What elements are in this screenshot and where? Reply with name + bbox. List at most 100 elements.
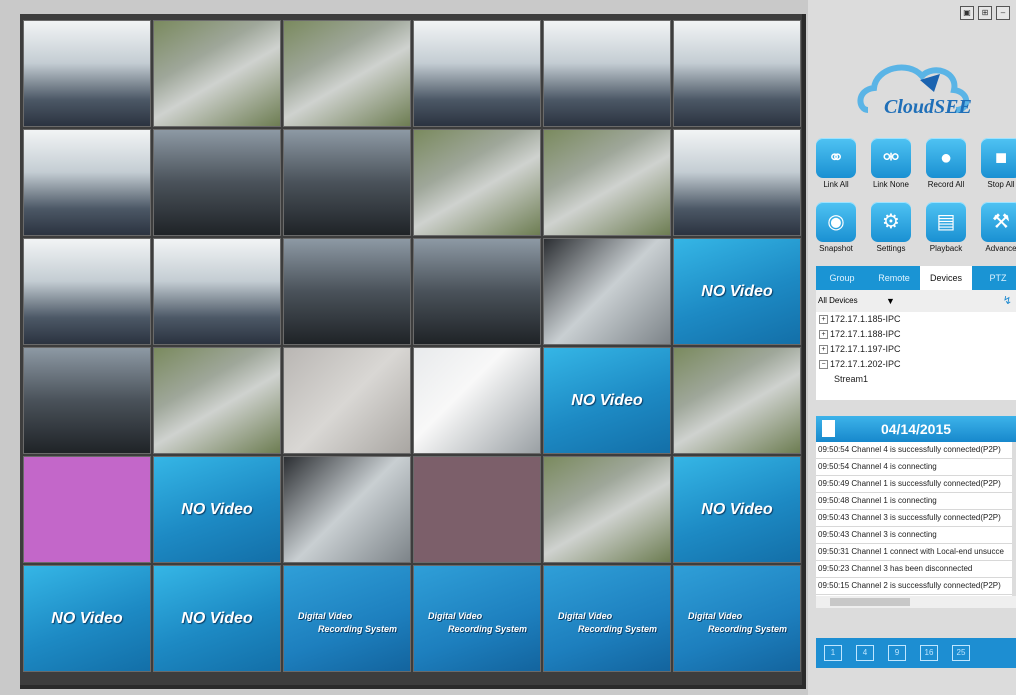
dvrs-line-1: Digital Video	[558, 611, 613, 621]
log-row: 09:50:49 Channel 1 is successfully conne…	[816, 476, 1012, 493]
device-item[interactable]: +172.17.1.197-IPC	[816, 342, 1016, 357]
video-cell-camera[interactable]	[413, 456, 541, 563]
no-video-label: NO Video	[181, 609, 253, 627]
dvrs-label: Digital Video Recording System	[688, 610, 787, 636]
video-cell-idle[interactable]: Digital Video Recording System	[413, 565, 541, 672]
layout-16-button[interactable]: 16	[920, 645, 938, 661]
video-cell-camera[interactable]	[23, 347, 151, 454]
video-cell-camera[interactable]	[153, 347, 281, 454]
video-cell-camera[interactable]	[543, 456, 671, 563]
layout-4-button[interactable]: 4	[856, 645, 874, 661]
video-cell-camera[interactable]	[23, 456, 151, 563]
toolbar-row-1: ⚭ Link All ⚮ Link None ● Record All ■ St…	[814, 138, 1016, 189]
video-cell-camera[interactable]	[543, 129, 671, 236]
video-cell-camera[interactable]	[673, 129, 801, 236]
video-cell-camera[interactable]	[153, 129, 281, 236]
stop-all-button[interactable]: ■ Stop All	[979, 138, 1016, 189]
layout-icon[interactable]: ⊞	[978, 6, 992, 20]
log-header: 04/14/2015	[816, 416, 1016, 442]
video-cell-camera[interactable]	[23, 20, 151, 127]
dropdown-arrow-icon[interactable]: ▼	[886, 290, 895, 312]
tab-devices[interactable]: Devices	[920, 266, 972, 290]
layout-9-button[interactable]: 9	[888, 645, 906, 661]
no-video-label: NO Video	[51, 609, 123, 627]
video-cell-camera[interactable]	[413, 20, 541, 127]
video-cell-idle[interactable]: Digital Video Recording System	[283, 565, 411, 672]
layout-25-button[interactable]: 25	[952, 645, 970, 661]
video-cell-camera[interactable]	[283, 347, 411, 454]
video-cell-camera[interactable]	[23, 238, 151, 345]
video-cell-no-video[interactable]: NO Video	[673, 238, 801, 345]
layout-bar: 1 4 9 16 25	[816, 638, 1016, 668]
restore-icon[interactable]: ▣	[960, 6, 974, 20]
video-cell-idle[interactable]: Digital Video Recording System	[543, 565, 671, 672]
video-cell-idle[interactable]: Digital Video Recording System	[673, 565, 801, 672]
dvrs-line-2: Recording System	[708, 624, 788, 634]
control-panel: ▣ ⊞ – CloudSEE ⚭ Link All ⚮ Link None ● …	[808, 0, 1016, 695]
device-item[interactable]: +172.17.1.185-IPC	[816, 312, 1016, 327]
no-video-label: NO Video	[701, 282, 773, 300]
log-row: 09:50:23 Channel 3 has been disconnected	[816, 561, 1012, 578]
video-cell-no-video[interactable]: NO Video	[23, 565, 151, 672]
video-cell-camera[interactable]	[543, 238, 671, 345]
log-row: 09:50:54 Channel 4 is connecting	[816, 459, 1012, 476]
tab-remote[interactable]: Remote	[868, 266, 920, 290]
expand-icon[interactable]: +	[819, 315, 828, 325]
expand-icon[interactable]: +	[819, 330, 828, 340]
expand-icon[interactable]: +	[819, 345, 828, 355]
device-tree: All Devices ▼ ↯ +172.17.1.185-IPC +172.1…	[816, 290, 1016, 400]
video-cell-camera[interactable]	[153, 20, 281, 127]
dvrs-label: Digital Video Recording System	[298, 610, 397, 636]
video-cell-no-video[interactable]: NO Video	[153, 456, 281, 563]
video-cell-camera[interactable]	[153, 238, 281, 345]
video-cell-camera[interactable]	[543, 20, 671, 127]
dvrs-line-2: Recording System	[578, 624, 658, 634]
video-cell-no-video[interactable]: NO Video	[673, 456, 801, 563]
video-cell-camera[interactable]	[23, 129, 151, 236]
device-filter[interactable]: All Devices ▼ ↯	[816, 290, 1016, 312]
dvrs-line-2: Recording System	[448, 624, 528, 634]
link-none-button[interactable]: ⚮ Link None	[869, 138, 913, 189]
dvrs-label: Digital Video Recording System	[558, 610, 657, 636]
record-icon: ●	[926, 138, 966, 178]
device-item[interactable]: +172.17.1.188-IPC	[816, 327, 1016, 342]
link-all-button[interactable]: ⚭ Link All	[814, 138, 858, 189]
video-cell-camera[interactable]	[283, 20, 411, 127]
video-cell-camera[interactable]	[673, 347, 801, 454]
video-cell-camera[interactable]	[413, 129, 541, 236]
video-cell-camera[interactable]	[283, 129, 411, 236]
logo-text: CloudSEE	[884, 96, 972, 118]
no-video-label: NO Video	[701, 500, 773, 518]
video-cell-camera[interactable]	[283, 456, 411, 563]
snapshot-icon: ◉	[816, 202, 856, 242]
video-cell-no-video[interactable]: NO Video	[153, 565, 281, 672]
tab-group[interactable]: Group	[816, 266, 868, 290]
tab-ptz[interactable]: PTZ	[972, 266, 1016, 290]
minimize-icon[interactable]: –	[996, 6, 1010, 20]
refresh-icon[interactable]: ↯	[1003, 290, 1012, 312]
video-cell-camera[interactable]	[413, 347, 541, 454]
record-all-button[interactable]: ● Record All	[924, 138, 968, 189]
unlink-icon: ⚮	[871, 138, 911, 178]
scrollbar-thumb[interactable]	[830, 598, 910, 606]
dvrs-line-1: Digital Video	[688, 611, 743, 621]
video-cell-camera[interactable]	[673, 20, 801, 127]
log-row: 09:50:31 Channel 1 connect with Local-en…	[816, 544, 1012, 561]
advance-button[interactable]: ⚒ Advance	[979, 202, 1016, 253]
video-cell-camera[interactable]	[413, 238, 541, 345]
dvrs-line-1: Digital Video	[298, 611, 353, 621]
video-cell-no-video[interactable]: NO Video	[543, 347, 671, 454]
device-stream-item[interactable]: Stream1	[816, 372, 1016, 387]
device-item[interactable]: −172.17.1.202-IPC	[816, 357, 1016, 372]
log-date: 04/14/2015	[880, 421, 952, 437]
log-horizontal-scrollbar[interactable]	[816, 596, 1016, 608]
playback-button[interactable]: ▤ Playback	[924, 202, 968, 253]
collapse-icon[interactable]: −	[819, 360, 828, 370]
log-list[interactable]: 09:50:54 Channel 4 is successfully conne…	[816, 442, 1012, 608]
snapshot-button[interactable]: ◉ Snapshot	[814, 202, 858, 253]
dvrs-line-1: Digital Video	[428, 611, 483, 621]
panel-tabs: Group Remote Devices PTZ	[816, 266, 1016, 290]
settings-button[interactable]: ⚙ Settings	[869, 202, 913, 253]
layout-1-button[interactable]: 1	[824, 645, 842, 661]
video-cell-camera[interactable]	[283, 238, 411, 345]
